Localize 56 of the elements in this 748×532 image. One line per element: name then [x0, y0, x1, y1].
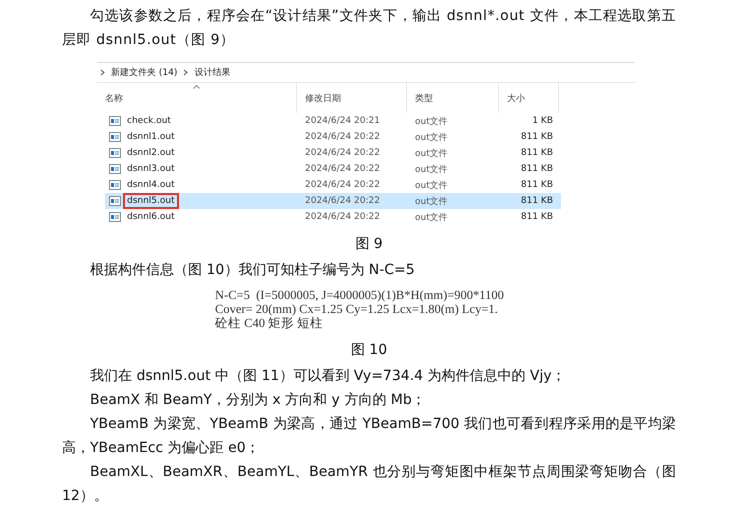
file-name[interactable]: dsnnl2.out: [125, 147, 177, 159]
code-line: Cover= 20(mm) Cx=1.25 Cy=1.25 Lcx=1.80(m) Lcy=1.: [215, 302, 499, 316]
file-name[interactable]: dsnnl3.out: [125, 163, 177, 175]
file-icon: [109, 180, 121, 190]
file-date: 2024/6/24 20:22: [304, 132, 381, 142]
file-size: 811 KB: [520, 196, 554, 206]
file-type: out文件: [414, 212, 449, 224]
breadcrumb-item[interactable]: 新建文件夹 (14): [111, 66, 178, 79]
chevron-icon: [100, 69, 105, 76]
file-type: out文件: [414, 132, 449, 144]
column-header[interactable]: 修改日期: [297, 83, 407, 113]
file-date: 2024/6/24 20:22: [304, 148, 381, 158]
file-name[interactable]: dsnnl5.out: [125, 195, 177, 207]
figure-caption: 图 10: [350, 341, 388, 360]
file-type: out文件: [414, 196, 449, 208]
sort-caret-icon: [193, 85, 200, 89]
file-date: 2024/6/24 20:21: [304, 116, 381, 126]
file-size: 1 KB: [531, 116, 554, 126]
file-icon: [109, 132, 121, 142]
file-type: out文件: [414, 164, 449, 176]
figure-caption: 图 9: [354, 235, 384, 254]
file-type: out文件: [414, 180, 449, 192]
paragraph: 勾选该参数之后，程序会在“设计结果”文件夹下，输出 dsnnl*.out 文件，本工程选取第五层即 dsnnl5.out（图 9）: [62, 7, 676, 50]
file-size: 811 KB: [520, 132, 554, 142]
file-size: 811 KB: [520, 164, 554, 174]
paragraph: 我们在 dsnnl5.out 中（图 11）可以看到 Vy=734.4 为构件信息中的 Vjy；: [89, 367, 567, 386]
file-type: out文件: [414, 116, 449, 128]
paragraph: YBeamB 为梁宽、YBeamB 为梁高，通过 YBeamB=700 我们也可看到程序采用的是平均梁高，YBeamEcc 为偏心距 e0；: [62, 415, 676, 458]
column-header[interactable]: 大小: [499, 83, 559, 113]
code-line: N-C=5 (I=5000005, J=4000005)(1)B*H(mm)=900*1100: [215, 288, 505, 302]
file-date: 2024/6/24 20:22: [304, 196, 381, 206]
file-name[interactable]: dsnnl6.out: [125, 211, 177, 223]
file-icon: [109, 148, 121, 158]
file-icon: [109, 116, 121, 126]
paragraph: 根据构件信息（图 10）我们可知柱子编号为 N-C=5: [89, 261, 416, 280]
column-header[interactable]: 类型: [407, 83, 499, 113]
paragraph: BeamXL、BeamXR、BeamYL、BeamYR 也分别与弯矩图中框架节点周围梁弯矩吻合（图 12）。: [62, 463, 676, 506]
breadcrumb-item[interactable]: 设计结果: [194, 66, 230, 79]
file-size: 811 KB: [520, 212, 554, 222]
paragraph: BeamX 和 BeamY，分别为 x 方向和 y 方向的 Mb；: [89, 391, 427, 410]
file-name[interactable]: dsnnl1.out: [125, 131, 177, 143]
file-icon: [109, 164, 121, 174]
file-name[interactable]: dsnnl4.out: [125, 179, 177, 191]
file-date: 2024/6/24 20:22: [304, 180, 381, 190]
file-date: 2024/6/24 20:22: [304, 212, 381, 222]
file-type: out文件: [414, 148, 449, 160]
file-icon: [109, 196, 121, 206]
column-header[interactable]: 名称: [97, 83, 297, 113]
selected-file-row[interactable]: dsnnl5.out 2024/6/24 20:22 out文件 811 KB: [105, 193, 561, 209]
file-size: 811 KB: [520, 180, 554, 190]
file-name[interactable]: check.out: [125, 115, 173, 127]
chevron-icon: [183, 69, 188, 76]
file-date: 2024/6/24 20:22: [304, 164, 381, 174]
file-size: 811 KB: [520, 148, 554, 158]
file-icon: [109, 212, 121, 222]
code-line: 砼柱 C40 矩形 短柱: [215, 316, 324, 330]
